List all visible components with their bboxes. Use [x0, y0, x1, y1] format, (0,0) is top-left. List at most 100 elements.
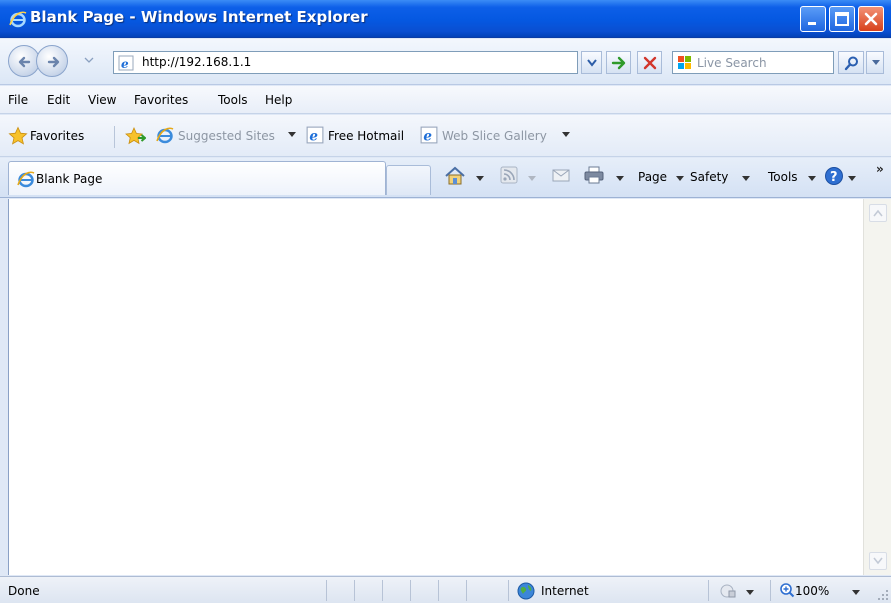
more-commands-chevron[interactable]: » [876, 162, 884, 176]
svg-text:e: e [121, 57, 129, 71]
ie-page-icon: e [306, 126, 324, 144]
minimize-button[interactable] [800, 6, 826, 32]
zone-label: Internet [541, 584, 589, 598]
menu-help[interactable]: Help [265, 93, 292, 107]
fav-web-slice-gallery-label: Web Slice Gallery [442, 129, 547, 143]
search-input[interactable] [697, 54, 829, 71]
fav-free-hotmail-label: Free Hotmail [328, 129, 405, 143]
print-icon[interactable] [584, 166, 604, 184]
tab-blank-page[interactable]: Blank Page [8, 161, 386, 195]
recent-pages-dropdown-icon[interactable] [84, 55, 94, 65]
chevron-down-icon [587, 59, 597, 67]
go-arrow-icon [611, 56, 626, 70]
status-separator [326, 580, 327, 601]
forward-button[interactable] [36, 45, 68, 77]
browser-window: Blank Page - Windows Internet Explorer e… [0, 0, 891, 603]
magnifier-icon [844, 56, 858, 71]
status-bar: Done Internet 100% [0, 576, 891, 603]
close-icon [864, 12, 878, 26]
globe-icon [517, 582, 535, 600]
menu-favorites[interactable]: Favorites [134, 93, 188, 107]
scroll-up-button[interactable] [869, 204, 887, 222]
zoom-icon [780, 583, 795, 598]
go-button[interactable] [606, 51, 631, 74]
chevron-down-icon[interactable] [848, 176, 856, 182]
protected-mode-icon[interactable] [719, 582, 737, 600]
chevron-down-icon [676, 176, 684, 181]
favorites-label: Favorites [30, 129, 85, 143]
close-button[interactable] [858, 6, 884, 32]
address-dropdown-button[interactable] [581, 51, 602, 74]
menu-file[interactable]: File [8, 93, 28, 107]
page-content[interactable] [8, 199, 863, 575]
chevron-down-icon [288, 132, 296, 137]
tools-menu-button[interactable]: Tools [768, 170, 798, 184]
safety-menu-button[interactable]: Safety [690, 170, 728, 184]
favorites-separator [114, 126, 115, 148]
forward-arrow-icon [47, 56, 60, 68]
status-separator [438, 580, 439, 601]
navigation-bar: e http://192.168.1.1 [0, 39, 891, 85]
tab-title: Blank Page [36, 172, 103, 186]
fav-suggested-sites-label: Suggested Sites [178, 129, 275, 143]
svg-text:e: e [423, 129, 432, 144]
address-field[interactable]: e http://192.168.1.1 [113, 51, 578, 74]
status-separator [508, 580, 509, 601]
search-options-button[interactable] [866, 51, 884, 74]
ie-logo-icon [9, 11, 27, 28]
ie-page-icon: e [118, 55, 134, 71]
title-bar[interactable]: Blank Page - Windows Internet Explorer [0, 0, 891, 38]
status-separator [410, 580, 411, 601]
home-icon[interactable] [444, 166, 466, 186]
ie-logo-icon [156, 127, 174, 144]
status-separator [466, 580, 467, 601]
scroll-down-button[interactable] [869, 552, 887, 570]
chevron-down-icon[interactable] [746, 590, 754, 596]
favorites-bar: Favorites Suggested Sites e Free Hotmail [0, 115, 891, 157]
chevron-down-icon [873, 557, 883, 565]
read-mail-icon[interactable] [552, 166, 570, 184]
stop-button[interactable] [637, 51, 662, 74]
search-box [672, 51, 834, 74]
add-to-favorites-bar-icon[interactable] [124, 126, 146, 146]
status-separator [382, 580, 383, 601]
menu-bar: File Edit View Favorites Tools Help [0, 86, 891, 114]
svg-text:e: e [309, 129, 318, 144]
address-url: http://192.168.1.1 [142, 55, 252, 69]
minimize-icon [808, 22, 816, 25]
window-title: Blank Page - Windows Internet Explorer [30, 8, 368, 26]
menu-view[interactable]: View [88, 93, 116, 107]
star-icon [8, 126, 28, 145]
ie-logo-icon [17, 171, 35, 188]
back-arrow-icon [18, 56, 31, 68]
chevron-down-icon[interactable] [476, 176, 484, 182]
chevron-down-icon[interactable] [852, 590, 860, 596]
stop-x-icon [643, 56, 657, 70]
rss-feed-icon[interactable] [500, 166, 518, 184]
chevron-down-icon [562, 132, 570, 137]
resize-grip-icon[interactable] [877, 589, 889, 601]
search-button[interactable] [838, 51, 864, 74]
svg-text:?: ? [830, 170, 838, 185]
chevron-up-icon [873, 209, 883, 217]
zoom-level: 100% [795, 584, 830, 598]
status-text: Done [8, 584, 40, 598]
menu-edit[interactable]: Edit [47, 93, 70, 107]
chevron-down-icon [742, 176, 750, 181]
live-search-icon [678, 56, 691, 69]
page-menu-button[interactable]: Page [638, 170, 667, 184]
vertical-scrollbar[interactable] [863, 199, 891, 575]
ie-page-icon: e [420, 126, 438, 144]
chevron-down-icon[interactable] [616, 176, 624, 182]
status-separator [770, 580, 771, 601]
status-separator [708, 580, 709, 601]
menu-tools[interactable]: Tools [218, 93, 248, 107]
status-separator [354, 580, 355, 601]
new-tab-button[interactable] [386, 165, 431, 195]
maximize-button[interactable] [829, 6, 855, 32]
maximize-icon [835, 12, 849, 26]
help-icon[interactable]: ? [824, 166, 844, 186]
tab-row: Blank Page Page Safety Tools ? » [0, 158, 891, 198]
chevron-down-icon [872, 60, 880, 65]
chevron-down-icon [808, 176, 816, 181]
